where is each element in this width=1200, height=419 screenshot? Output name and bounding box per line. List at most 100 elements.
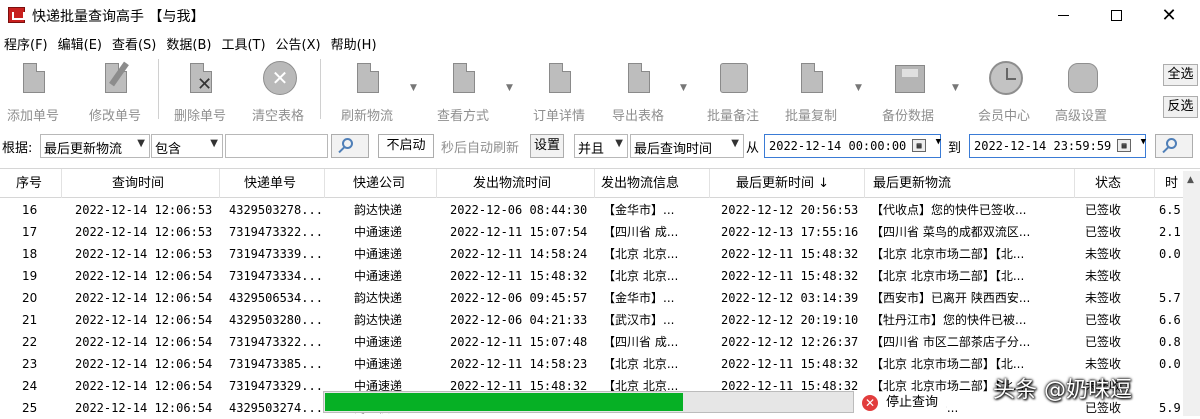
chevron-down-icon[interactable]: ▼ xyxy=(680,83,687,93)
cell-query-time: 2022-12-14 12:06:53 xyxy=(75,247,213,261)
time-field-select[interactable]: 最后查询时间 ▼ xyxy=(630,134,744,158)
column-header-time[interactable]: 时 xyxy=(1155,169,1183,198)
disk-icon xyxy=(891,61,925,101)
column-header-ship-info[interactable]: 发出物流信息 xyxy=(595,169,710,198)
chevron-down-icon[interactable]: ▼ xyxy=(410,83,417,93)
batch-copy-label: 批量复制 xyxy=(784,109,837,124)
chevron-down-icon[interactable]: ▼ xyxy=(855,83,862,93)
menu-tools[interactable]: 工具(T) xyxy=(221,34,265,53)
table-row[interactable]: 16 2022-12-14 12:06:53 4329503278... 韵达快递 20… xyxy=(0,199,1200,221)
chevron-down-icon[interactable]: ▼ xyxy=(952,83,959,93)
date-search-button[interactable] xyxy=(1155,134,1193,158)
cell-courier: 韵达快递 xyxy=(354,203,403,217)
column-header-last-update-info[interactable]: 最后更新物流 xyxy=(865,169,1075,198)
member-center-button[interactable]: 会员中心 xyxy=(971,55,1037,125)
column-header-courier[interactable]: 快递公司 xyxy=(325,169,437,198)
column-header-status[interactable]: 状态 xyxy=(1075,169,1155,198)
menu-help[interactable]: 帮助(H) xyxy=(331,34,377,53)
match-select[interactable]: 包含 ▼ xyxy=(151,134,223,158)
copy-icon xyxy=(794,61,828,101)
keyword-input[interactable] xyxy=(225,134,328,158)
table-row[interactable]: 18 2022-12-14 12:06:53 7319473339... 中通速递 20… xyxy=(0,243,1200,265)
minimize-button[interactable] xyxy=(1040,0,1086,31)
column-header-last-update-time[interactable]: 最后更新时间 ↓ xyxy=(710,169,865,198)
select-all-button[interactable]: 全选 xyxy=(1163,64,1198,86)
column-header-tracking-number[interactable]: 快递单号 xyxy=(220,169,325,198)
cell-status: 未签收 xyxy=(1085,269,1122,283)
scroll-up-icon[interactable]: ▲ xyxy=(1187,175,1194,185)
chevron-down-icon[interactable]: ▼ xyxy=(506,83,513,93)
field-select[interactable]: 最后更新物流 ▼ xyxy=(40,134,150,158)
cell-status: 未签收 xyxy=(1085,291,1122,305)
cell-ship-info: 【武汉市】... xyxy=(603,313,675,327)
edit-number-label: 修改单号 xyxy=(88,109,141,124)
batch-note-button[interactable]: 批量备注 xyxy=(700,55,766,125)
toolbar-divider xyxy=(158,59,159,119)
member-center-label: 会员中心 xyxy=(977,109,1030,124)
clear-table-button[interactable]: ✕ 清空表格 xyxy=(245,55,311,125)
close-button[interactable]: ✕ xyxy=(1146,0,1192,31)
batch-copy-button[interactable]: 批量复制 xyxy=(778,55,844,125)
search-icon xyxy=(342,138,353,149)
column-header-index[interactable]: 序号 xyxy=(0,169,62,198)
cell-last-update-info: 【北京 北京市场二部】【北... xyxy=(871,247,1025,261)
auto-refresh-text: 秒后自动刷新 xyxy=(441,141,520,156)
menu-edit[interactable]: 编辑(E) xyxy=(58,34,102,53)
logic-select[interactable]: 并且 ▼ xyxy=(574,134,628,158)
auto-refresh-button[interactable]: 不启动 xyxy=(378,134,434,158)
cell-index: 17 xyxy=(22,225,38,239)
stop-query-label: 停止查询 xyxy=(886,395,939,410)
chevron-down-icon: ▼ xyxy=(210,138,218,149)
export-table-button[interactable]: 导出表格 xyxy=(605,55,671,125)
menu-data[interactable]: 数据(B) xyxy=(166,34,211,53)
cell-index: 23 xyxy=(22,357,38,371)
cell-query-time: 2022-12-14 12:06:54 xyxy=(75,291,213,305)
order-detail-button[interactable]: 订单详情 xyxy=(526,55,592,125)
from-date-picker[interactable]: 2022-12-14 00:00:00 ▦ ▼ xyxy=(764,134,941,158)
cell-last-update-info: 【四川省 市区二部茶店子分... xyxy=(871,335,1031,349)
cell-last-update-time: 2022-12-11 15:48:32 xyxy=(721,357,859,371)
cell-time: 5.7 xyxy=(1159,291,1181,305)
maximize-button[interactable] xyxy=(1093,0,1139,31)
from-label: 从 xyxy=(746,141,760,156)
chevron-down-icon: ▼ xyxy=(615,138,623,149)
menu-program[interactable]: 程序(F) xyxy=(4,34,48,53)
edit-number-button[interactable]: 修改单号 xyxy=(82,55,148,125)
cell-tracking-number: 7319473329... xyxy=(229,379,323,393)
vertical-scrollbar[interactable]: ▲ xyxy=(1183,171,1200,416)
document-icon xyxy=(16,61,50,101)
stop-query-button[interactable]: ✕ 停止查询 xyxy=(858,392,946,414)
table-row[interactable]: 22 2022-12-14 12:06:54 7319473322... 中通速递 20… xyxy=(0,331,1200,353)
cell-ship-time: 2022-12-06 09:45:57 xyxy=(450,291,588,305)
table-row[interactable]: 17 2022-12-14 12:06:53 7319473322... 中通速递 20… xyxy=(0,221,1200,243)
cell-tracking-number: 7319473334... xyxy=(229,269,323,283)
table-row[interactable]: 21 2022-12-14 12:06:54 4329503280... 韵达快递 20… xyxy=(0,309,1200,331)
invert-select-button[interactable]: 反选 xyxy=(1163,96,1198,118)
cell-query-time: 2022-12-14 12:06:53 xyxy=(75,225,213,239)
delete-number-button[interactable]: ✕ 删除单号 xyxy=(167,55,233,125)
add-number-button[interactable]: 添加单号 xyxy=(0,55,66,125)
menu-view[interactable]: 查看(S) xyxy=(112,34,156,53)
advanced-settings-button[interactable]: 高级设置 xyxy=(1048,55,1114,125)
settings-button[interactable]: 设置 xyxy=(530,134,564,158)
view-mode-button[interactable]: 查看方式 xyxy=(430,55,496,125)
add-number-label: 添加单号 xyxy=(6,109,59,124)
filter-bar: 根据: 最后更新物流 ▼ 包含 ▼ 不启动 秒后自动刷新 设置 并且 ▼ 最后查询时间… xyxy=(0,133,1200,159)
from-date-value: 2022-12-14 00:00:00 xyxy=(769,139,907,153)
backup-data-button[interactable]: 备份数据 xyxy=(875,55,941,125)
refresh-logistics-button[interactable]: 刷新物流 xyxy=(334,55,400,125)
cell-last-update-time: 2022-12-12 20:56:53 xyxy=(721,203,859,217)
search-button[interactable] xyxy=(331,134,369,158)
column-header-ship-time[interactable]: 发出物流时间 xyxy=(437,169,595,198)
table-row[interactable]: 20 2022-12-14 12:06:54 4329506534... 韵达快递 20… xyxy=(0,287,1200,309)
cell-time: 2.1 xyxy=(1159,225,1181,239)
to-date-picker[interactable]: 2022-12-14 23:59:59 ▦ ▼ xyxy=(969,134,1146,158)
cell-time: 0.0 xyxy=(1159,357,1181,371)
order-detail-label: 订单详情 xyxy=(532,109,585,124)
cell-tracking-number: 7319473322... xyxy=(229,225,323,239)
table-row[interactable]: 19 2022-12-14 12:06:54 7319473334... 中通速递 20… xyxy=(0,265,1200,287)
title-bar: 快递批量查询高手 【与我】 ✕ xyxy=(0,0,1200,31)
menu-notice[interactable]: 公告(X) xyxy=(276,34,321,53)
column-header-query-time[interactable]: 查询时间 xyxy=(62,169,220,198)
stop-icon: ✕ xyxy=(862,395,878,411)
